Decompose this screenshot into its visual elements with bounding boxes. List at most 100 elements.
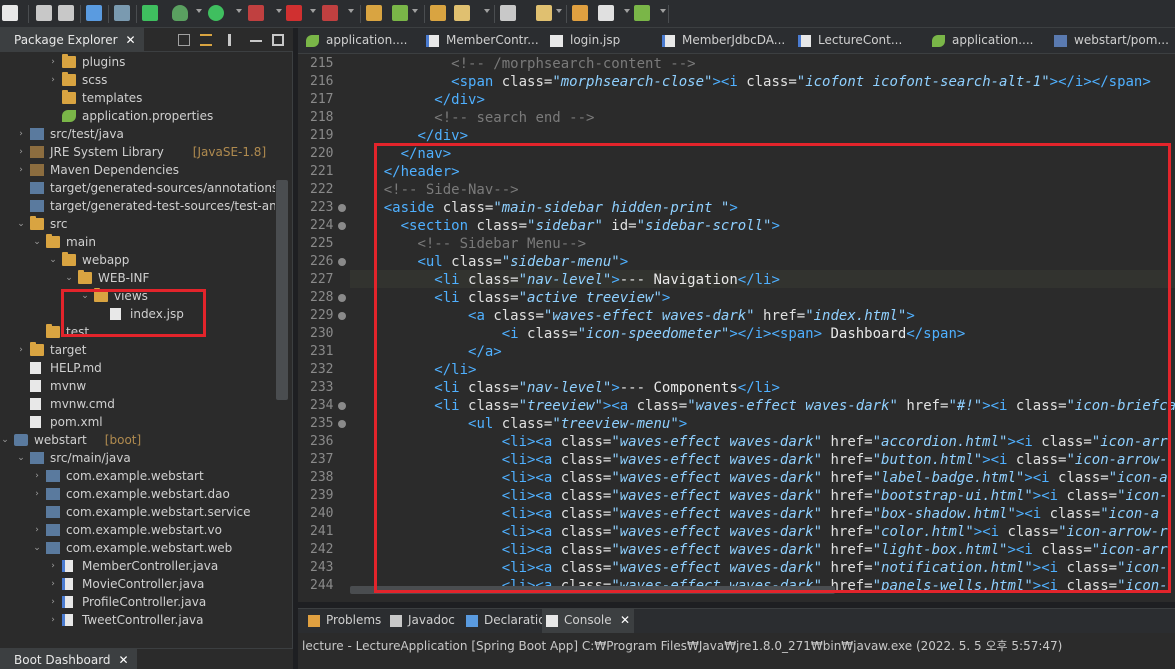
fold-toggle-icon[interactable] bbox=[338, 294, 346, 302]
collapsed-chevron-icon[interactable]: › bbox=[48, 575, 58, 593]
minimize-icon[interactable] bbox=[250, 40, 262, 42]
collapsed-chevron-icon[interactable]: › bbox=[48, 71, 58, 89]
view-menu-icon[interactable] bbox=[228, 34, 231, 46]
fold-toggle-icon[interactable] bbox=[338, 312, 346, 320]
tree-item[interactable]: mvnw.cmd bbox=[0, 395, 275, 413]
tree-item[interactable]: ⌄ webstart [boot] bbox=[0, 431, 275, 449]
tree-item[interactable]: › plugins bbox=[0, 53, 275, 71]
editor-tab[interactable]: MemberContr... bbox=[426, 28, 544, 54]
debug-icon[interactable] bbox=[172, 5, 188, 21]
tree-item[interactable]: › scss bbox=[0, 71, 275, 89]
prev-annotation-icon[interactable] bbox=[536, 5, 552, 21]
dropdown-arrow-icon[interactable] bbox=[236, 9, 242, 13]
tree-item[interactable]: com.example.webstart.service bbox=[0, 503, 275, 521]
editor-tab[interactable]: application.... bbox=[932, 28, 1050, 54]
stop-icon[interactable] bbox=[286, 5, 302, 21]
new-icon[interactable] bbox=[2, 5, 18, 21]
collapsed-chevron-icon[interactable]: › bbox=[48, 611, 58, 629]
editor-tab[interactable]: webstart/pom... bbox=[1054, 28, 1172, 54]
fold-toggle-icon[interactable] bbox=[338, 402, 346, 410]
expanded-chevron-icon[interactable]: ⌄ bbox=[16, 215, 26, 233]
expanded-chevron-icon[interactable]: ⌄ bbox=[32, 539, 42, 557]
collapsed-chevron-icon[interactable]: › bbox=[16, 341, 26, 359]
save-all-icon[interactable] bbox=[58, 5, 74, 21]
tree-item[interactable]: templates bbox=[0, 89, 275, 107]
expanded-chevron-icon[interactable]: ⌄ bbox=[48, 251, 58, 269]
tree-item[interactable]: target/generated-sources/annotations bbox=[0, 179, 275, 197]
dropdown-arrow-icon[interactable] bbox=[310, 9, 316, 13]
dropdown-arrow-icon[interactable] bbox=[660, 9, 666, 13]
expanded-chevron-icon[interactable]: ⌄ bbox=[32, 233, 42, 251]
tree-item[interactable]: ⌄ webapp bbox=[0, 251, 275, 269]
run-icon[interactable] bbox=[208, 5, 224, 21]
collapsed-chevron-icon[interactable]: › bbox=[48, 557, 58, 575]
new-package-icon[interactable] bbox=[366, 5, 382, 21]
bottom-tab-declaration[interactable]: Declaration bbox=[462, 609, 553, 633]
open-perspective-icon[interactable] bbox=[634, 5, 650, 21]
tree-item[interactable]: HELP.md bbox=[0, 359, 275, 377]
tree-item[interactable]: ⌄ main bbox=[0, 233, 275, 251]
boot-icon[interactable] bbox=[142, 5, 158, 21]
package-explorer-tab[interactable]: Package Explorer ✕ bbox=[0, 28, 144, 52]
back-icon[interactable] bbox=[572, 5, 588, 21]
editor-tab[interactable]: LectureCont... bbox=[798, 28, 916, 54]
collapsed-chevron-icon[interactable]: › bbox=[32, 521, 42, 539]
bottom-tab-javadoc[interactable]: Javadoc bbox=[386, 609, 458, 633]
tree-item[interactable]: › com.example.webstart bbox=[0, 467, 275, 485]
dropdown-arrow-icon[interactable] bbox=[484, 9, 490, 13]
tree-item[interactable]: pom.xml bbox=[0, 413, 275, 431]
new-class-icon[interactable] bbox=[392, 5, 408, 21]
tree-item[interactable]: ⌄ src bbox=[0, 215, 275, 233]
close-icon[interactable]: ✕ bbox=[126, 33, 136, 47]
collapsed-chevron-icon[interactable]: › bbox=[16, 125, 26, 143]
editor-tab[interactable]: login.jsp bbox=[550, 28, 668, 54]
collapsed-chevron-icon[interactable]: › bbox=[16, 143, 26, 161]
expanded-chevron-icon[interactable]: ⌄ bbox=[64, 269, 74, 287]
fold-toggle-icon[interactable] bbox=[338, 222, 346, 230]
tree-item[interactable]: › MovieController.java bbox=[0, 575, 275, 593]
dropdown-arrow-icon[interactable] bbox=[196, 9, 202, 13]
dropdown-arrow-icon[interactable] bbox=[348, 9, 354, 13]
save-icon[interactable] bbox=[36, 5, 52, 21]
next-annotation-icon[interactable] bbox=[500, 5, 516, 21]
bottom-tab-problems[interactable]: Problems bbox=[304, 609, 382, 633]
coverage-icon[interactable] bbox=[248, 5, 264, 21]
fold-toggle-icon[interactable] bbox=[338, 420, 346, 428]
dropdown-arrow-icon[interactable] bbox=[624, 9, 630, 13]
tree-item[interactable]: application.properties bbox=[0, 107, 275, 125]
tree-scrollbar[interactable] bbox=[276, 180, 288, 400]
tree-item[interactable]: › MemberController.java bbox=[0, 557, 275, 575]
open-type-icon[interactable] bbox=[430, 5, 446, 21]
editor-tab[interactable]: application.... bbox=[306, 28, 424, 54]
collapsed-chevron-icon[interactable]: › bbox=[48, 593, 58, 611]
tree-item[interactable]: mvnw bbox=[0, 377, 275, 395]
collapsed-chevron-icon[interactable]: › bbox=[32, 485, 42, 503]
forward-icon[interactable] bbox=[598, 5, 614, 21]
tree-item[interactable]: › src/test/java bbox=[0, 125, 275, 143]
collapsed-chevron-icon[interactable]: › bbox=[32, 467, 42, 485]
dropdown-arrow-icon[interactable] bbox=[556, 9, 562, 13]
tree-item[interactable]: › com.example.webstart.vo bbox=[0, 521, 275, 539]
expanded-chevron-icon[interactable]: ⌄ bbox=[16, 449, 26, 467]
tree-item[interactable]: ⌄ WEB-INF bbox=[0, 269, 275, 287]
tree-item[interactable]: ⌄ com.example.webstart.web bbox=[0, 539, 275, 557]
close-icon[interactable]: ✕ bbox=[620, 613, 630, 627]
collapsed-chevron-icon[interactable]: › bbox=[16, 161, 26, 179]
bottom-tab-console[interactable]: Console ✕ bbox=[542, 609, 634, 633]
tree-item[interactable]: › target bbox=[0, 341, 275, 359]
collapsed-chevron-icon[interactable]: › bbox=[48, 53, 58, 71]
maximize-icon[interactable] bbox=[272, 34, 284, 46]
boot-dashboard-tab[interactable]: Boot Dashboard ✕ bbox=[0, 649, 137, 669]
terminal-icon[interactable] bbox=[86, 5, 102, 21]
tree-item[interactable]: ⌄ src/main/java bbox=[0, 449, 275, 467]
tree-item[interactable]: › JRE System Library [JavaSE-1.8] bbox=[0, 143, 275, 161]
close-icon[interactable]: ✕ bbox=[119, 653, 129, 667]
tree-item[interactable]: › Maven Dependencies bbox=[0, 161, 275, 179]
collapse-all-icon[interactable] bbox=[178, 34, 190, 46]
search-icon[interactable] bbox=[454, 5, 470, 21]
tree-item[interactable]: › ProfileController.java bbox=[0, 593, 275, 611]
tree-item[interactable]: › TweetController.java bbox=[0, 611, 275, 629]
expanded-chevron-icon[interactable]: ⌄ bbox=[0, 431, 10, 449]
fold-toggle-icon[interactable] bbox=[338, 204, 346, 212]
fold-toggle-icon[interactable] bbox=[338, 258, 346, 266]
